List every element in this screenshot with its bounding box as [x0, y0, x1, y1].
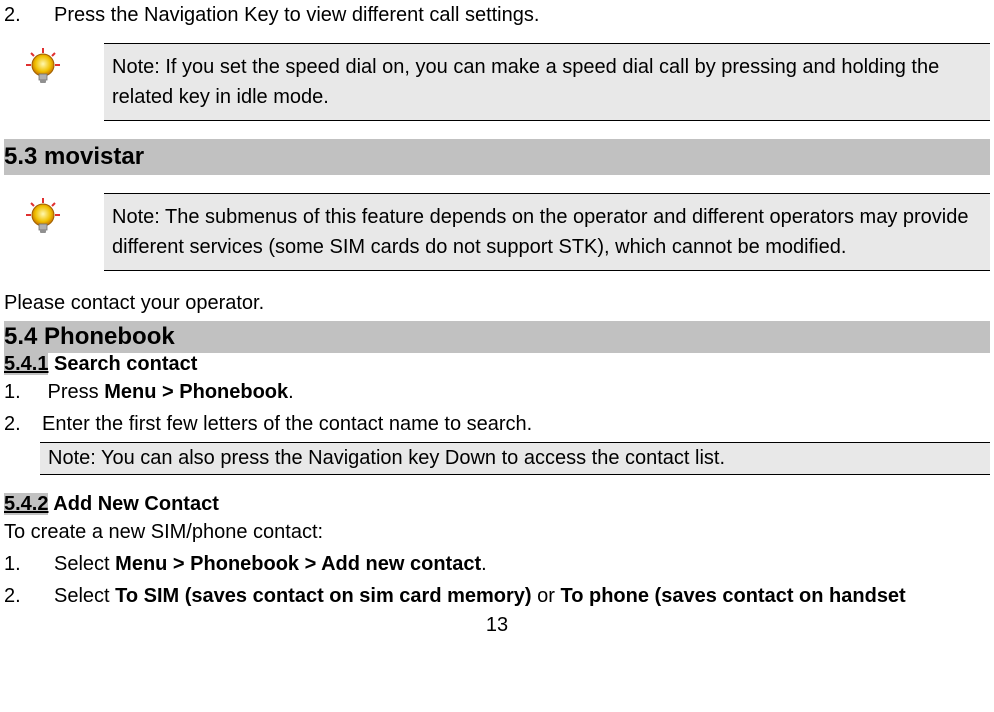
list-item: 1.Select Menu > Phonebook > Add new cont…	[4, 550, 990, 578]
list-text: Enter the first few letters of the conta…	[42, 413, 532, 435]
list-item: 2.Press the Navigation Key to view diffe…	[4, 4, 990, 27]
list-number: 2.	[4, 4, 54, 27]
subsection-number: 5.4.2	[4, 493, 48, 515]
note-row-1: Note: If you set the speed dial on, you …	[4, 43, 990, 121]
note-text: Note: If you set the speed dial on, you …	[112, 56, 939, 108]
text: Select	[54, 585, 115, 607]
subsection-5-4-1: 5.4.1 Search contact	[4, 353, 990, 376]
text: or	[537, 585, 560, 607]
text: Press	[42, 381, 104, 403]
note-box-2: Note: The submenus of this feature depen…	[104, 193, 990, 271]
note-box-3: Note: You can also press the Navigation …	[40, 442, 990, 475]
paragraph-contact-operator: Please contact your operator.	[4, 289, 990, 317]
note-box-1: Note: If you set the speed dial on, you …	[104, 43, 990, 121]
subsection-title: Add New Contact	[48, 493, 218, 515]
list-item: 1. Press Menu > Phonebook.	[4, 378, 990, 406]
paragraph: To create a new SIM/phone contact:	[4, 518, 990, 546]
section-heading-5-4: 5.4 Phonebook	[4, 321, 990, 353]
subsection-number: 5.4.1	[4, 353, 48, 375]
list-number: 2.	[4, 582, 54, 610]
page-number: 13	[4, 614, 990, 637]
text: .	[288, 381, 294, 403]
list-item: 2.Enter the first few letters of the con…	[4, 410, 990, 438]
list-text: Press the Navigation Key to view differe…	[54, 4, 539, 26]
note-text: Note: You can also press the Navigation …	[48, 447, 725, 469]
section-heading-5-3: 5.3 movistar	[4, 139, 990, 175]
subsection-5-4-2: 5.4.2 Add New Contact	[4, 493, 990, 516]
note-row-2: Note: The submenus of this feature depen…	[4, 193, 990, 271]
bold-text: To phone (saves contact on handset	[560, 585, 905, 607]
menu-path: Menu > Phonebook > Add new contact	[115, 553, 481, 575]
list-number: 1.	[4, 550, 54, 578]
lightbulb-icon	[4, 193, 104, 241]
list-item: 2.Select To SIM (saves contact on sim ca…	[4, 582, 990, 610]
list-number: 1.	[4, 378, 42, 406]
text: Select	[54, 553, 115, 575]
bold-text: To SIM (saves contact on sim card memory…	[115, 585, 537, 607]
subsection-title: Search contact	[48, 353, 197, 375]
text: .	[481, 553, 487, 575]
list-number: 2.	[4, 410, 42, 438]
note-text: Note: The submenus of this feature depen…	[112, 206, 968, 258]
lightbulb-icon	[4, 43, 104, 91]
menu-path: Menu > Phonebook	[104, 381, 288, 403]
